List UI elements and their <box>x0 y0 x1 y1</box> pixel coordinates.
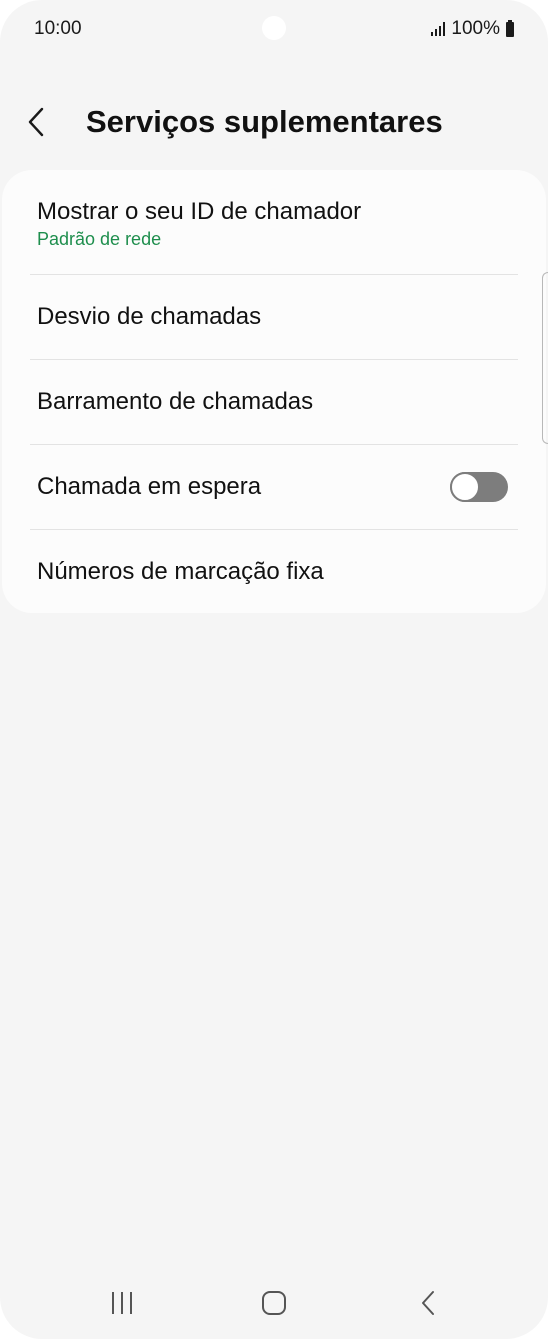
back-button[interactable] <box>0 92 72 152</box>
settings-list: Mostrar o seu ID de chamador Padrão de r… <box>2 170 546 613</box>
battery-icon <box>506 19 514 37</box>
chevron-left-icon <box>28 107 44 137</box>
screen: 10:00 100% Serviços suplementares Mostra… <box>0 0 548 1339</box>
status-bar: 10:00 100% <box>0 0 548 60</box>
setting-label: Números de marcação fixa <box>37 557 324 585</box>
setting-call-forwarding[interactable]: Desvio de chamadas <box>2 274 546 359</box>
recent-apps-icon <box>112 1292 132 1314</box>
setting-label: Barramento de chamadas <box>37 387 314 415</box>
setting-call-waiting[interactable]: Chamada em espera <box>2 444 546 529</box>
status-time: 10:00 <box>34 18 82 39</box>
app-header: Serviços suplementares <box>0 92 548 152</box>
signal-icon <box>431 22 446 36</box>
call-waiting-toggle[interactable] <box>450 471 508 502</box>
status-indicators: 100% <box>431 18 514 40</box>
setting-label: Mostrar o seu ID de chamador <box>37 197 362 225</box>
setting-label: Chamada em espera <box>37 472 262 500</box>
nav-back-button[interactable] <box>398 1281 458 1325</box>
setting-fixed-dialing[interactable]: Números de marcação fixa <box>2 529 546 613</box>
navigation-bar <box>0 1269 548 1339</box>
home-button[interactable] <box>244 1281 304 1325</box>
setting-caller-id[interactable]: Mostrar o seu ID de chamador Padrão de r… <box>2 170 546 274</box>
back-icon <box>422 1291 434 1315</box>
home-icon <box>262 1291 286 1315</box>
page-title: Serviços suplementares <box>86 104 443 139</box>
recent-apps-button[interactable] <box>92 1281 152 1325</box>
setting-call-barring[interactable]: Barramento de chamadas <box>2 359 546 444</box>
setting-label: Desvio de chamadas <box>37 302 262 330</box>
battery-percentage: 100% <box>451 18 500 39</box>
scroll-indicator[interactable] <box>542 272 548 444</box>
toggle-knob <box>450 471 480 502</box>
camera-cutout <box>262 16 286 40</box>
setting-sublabel: Padrão de rede <box>37 228 162 249</box>
